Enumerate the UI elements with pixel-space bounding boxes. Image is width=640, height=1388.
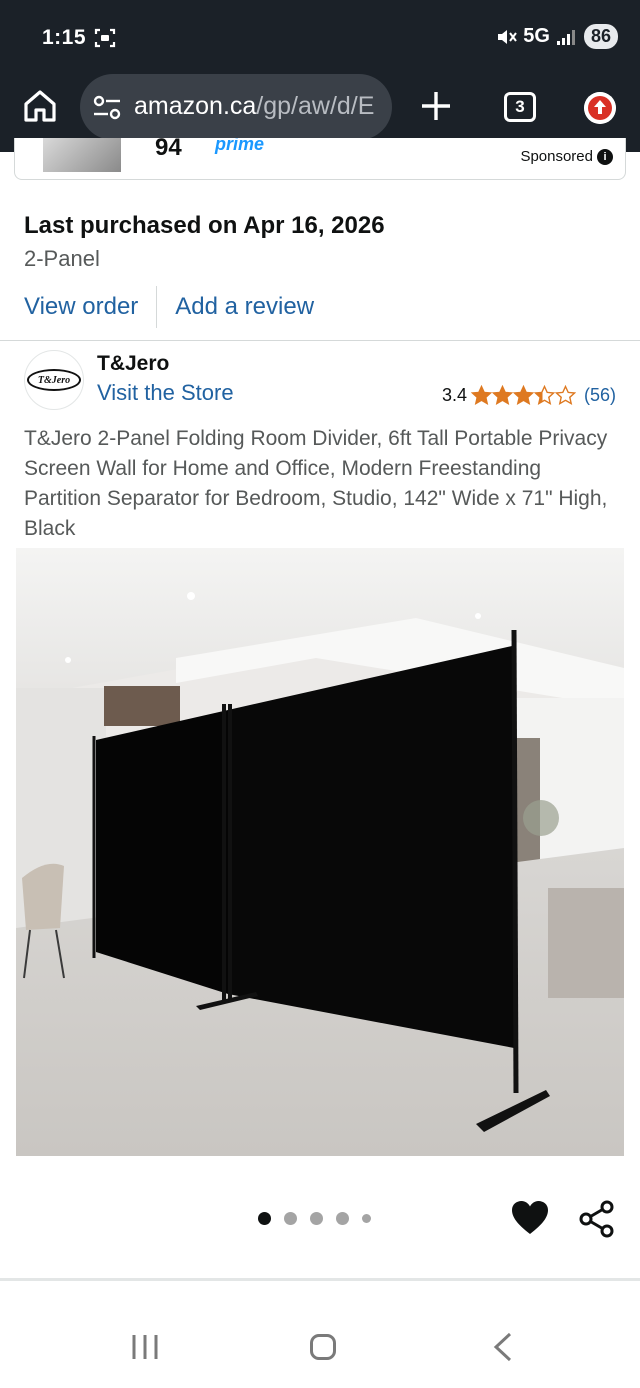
section-divider <box>0 340 640 341</box>
share-icon[interactable] <box>578 1200 616 1238</box>
mute-icon <box>498 29 518 44</box>
sponsored-text: Sponsored <box>520 148 593 165</box>
carousel-dot[interactable] <box>284 1212 297 1225</box>
signal-icon <box>556 29 575 45</box>
link-divider <box>156 286 158 328</box>
last-purchased-heading: Last purchased on Apr 16, 2026 <box>24 212 385 239</box>
carousel-dot[interactable] <box>336 1212 349 1225</box>
status-bar: 1:15 5G 86 <box>0 0 640 76</box>
view-order-link[interactable]: View order <box>24 293 138 321</box>
carousel-dot[interactable] <box>310 1212 323 1225</box>
brand-logo[interactable]: T&Jero <box>24 350 84 410</box>
url-host: amazon.ca <box>134 92 257 120</box>
add-review-link[interactable]: Add a review <box>175 293 314 321</box>
info-icon[interactable]: i <box>597 148 613 165</box>
star-full-icon <box>512 385 534 406</box>
image-carousel-indicator <box>258 1212 371 1225</box>
site-settings-icon[interactable] <box>92 94 122 122</box>
star-empty-icon <box>554 385 576 406</box>
star-half-icon <box>533 385 555 406</box>
status-indicators: 5G 86 <box>495 24 618 49</box>
screen-record-icon <box>94 28 116 48</box>
system-navigation-bar <box>0 1300 640 1388</box>
room-divider-photo <box>16 548 624 1156</box>
update-icon[interactable] <box>584 92 616 124</box>
product-title: T&Jero 2-Panel Folding Room Divider, 6ft… <box>24 427 608 540</box>
url-path: /gp/aw/d/E <box>256 92 375 120</box>
rating-summary[interactable]: 3.4 (56) <box>442 385 616 406</box>
recent-apps-icon[interactable] <box>130 1334 160 1360</box>
url-text[interactable]: amazon.ca/gp/aw/d/E <box>134 92 384 121</box>
browser-toolbar: amazon.ca/gp/aw/d/E 3 <box>0 72 640 142</box>
purchased-variant: 2-Panel <box>24 246 100 271</box>
rating-value: 3.4 <box>441 385 467 405</box>
browser-chrome: 1:15 5G 86 amazon.ca/gp/aw/d/E 3 <box>0 0 640 152</box>
prime-badge: prime <box>215 138 265 154</box>
brand-logo-mark: T&Jero <box>27 369 81 391</box>
visit-store-link[interactable]: Visit the Store <box>97 380 234 406</box>
home-button-icon[interactable] <box>310 1334 336 1360</box>
purchase-actions: View order Add a review <box>24 284 314 330</box>
screen: 1:15 5G 86 amazon.ca/gp/aw/d/E 3 94 prim… <box>0 0 640 1388</box>
brand-name: T&Jero <box>97 352 170 375</box>
section-divider-bottom <box>0 1278 640 1281</box>
home-icon[interactable] <box>20 86 60 126</box>
sponsored-price: 94 <box>155 138 182 161</box>
star-full-icon <box>470 385 492 406</box>
carousel-dot-active[interactable] <box>258 1212 271 1225</box>
sponsored-thumbnail[interactable] <box>43 138 121 172</box>
address-bar[interactable]: amazon.ca/gp/aw/d/E <box>80 74 392 140</box>
sponsored-label[interactable]: Sponsored i <box>520 148 613 165</box>
star-rating <box>470 385 576 406</box>
heart-icon[interactable] <box>511 1200 549 1236</box>
new-tab-icon[interactable] <box>418 88 454 124</box>
tab-switcher-button[interactable]: 3 <box>504 92 536 122</box>
network-label: 5G <box>523 25 550 47</box>
product-image[interactable] <box>16 548 624 1156</box>
carousel-dot[interactable] <box>362 1214 371 1223</box>
purchase-history: Last purchased on Apr 16, 2026 2-Panel <box>24 212 624 272</box>
review-count-link[interactable]: (56) <box>584 385 616 406</box>
status-time: 1:15 <box>42 26 87 49</box>
battery-indicator: 86 <box>583 24 618 49</box>
back-icon[interactable] <box>490 1332 514 1362</box>
sponsored-card[interactable]: 94 prime Sponsored i <box>14 138 626 180</box>
star-full-icon <box>491 385 513 406</box>
